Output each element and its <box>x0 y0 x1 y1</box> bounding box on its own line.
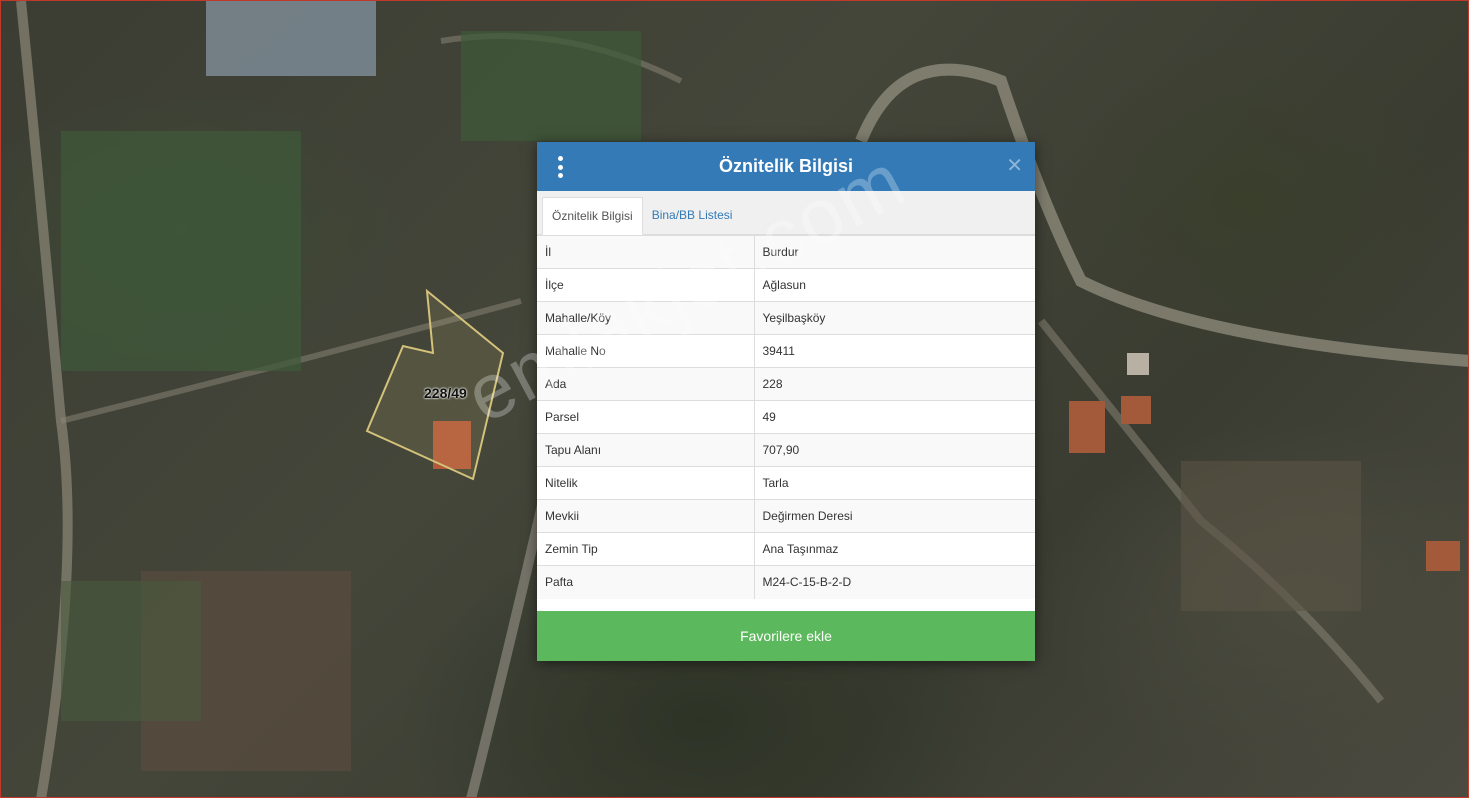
row-key: Mahalle No <box>537 334 755 368</box>
row-key: Mevkii <box>537 499 755 533</box>
table-row: Mevkii Değirmen Deresi <box>537 499 1035 533</box>
dialog-header: Öznitelik Bilgisi ✕ <box>537 142 1035 191</box>
row-value: Burdur <box>754 235 1035 269</box>
row-value: Ana Taşınmaz <box>754 532 1035 566</box>
row-key: Pafta <box>537 565 755 599</box>
row-value: Ağlasun <box>754 268 1035 302</box>
row-key: Parsel <box>537 400 755 434</box>
table-row: Mahalle/Köy Yeşilbaşköy <box>537 301 1035 335</box>
row-value: 39411 <box>754 334 1035 368</box>
row-key: Mahalle/Köy <box>537 301 755 335</box>
attribute-dialog: Öznitelik Bilgisi ✕ Öznitelik Bilgisi Bi… <box>537 142 1035 661</box>
close-icon[interactable]: ✕ <box>1006 155 1023 177</box>
row-value: Tarla <box>754 466 1035 500</box>
row-key: Nitelik <box>537 466 755 500</box>
row-key: İl <box>537 235 755 269</box>
tab-building-list[interactable]: Bina/BB Listesi <box>643 197 742 234</box>
dialog-title: Öznitelik Bilgisi <box>718 156 854 176</box>
tab-bar: Öznitelik Bilgisi Bina/BB Listesi <box>537 191 1035 235</box>
table-row: Nitelik Tarla <box>537 466 1035 500</box>
tab-attributes[interactable]: Öznitelik Bilgisi <box>542 197 643 235</box>
row-value: Değirmen Deresi <box>754 499 1035 533</box>
parcel-label: 228/49 <box>424 385 467 401</box>
row-value: 49 <box>754 400 1035 434</box>
table-row: Tapu Alanı 707,90 <box>537 433 1035 467</box>
row-value: Yeşilbaşköy <box>754 301 1035 335</box>
table-row: İl Burdur <box>537 235 1035 269</box>
add-to-favorites-button[interactable]: Favorilere ekle <box>537 611 1035 661</box>
table-row: Parsel 49 <box>537 400 1035 434</box>
satellite-map[interactable]: 228/49 emlakjet.com Öznitelik Bilgisi ✕ … <box>0 0 1469 798</box>
row-value: M24-C-15-B-2-D <box>754 565 1035 599</box>
table-row: Mahalle No 39411 <box>537 334 1035 368</box>
row-value: 228 <box>754 367 1035 401</box>
attribute-table: İl Burdur İlçe Ağlasun Mahalle/Köy Yeşilbaş… <box>537 235 1035 599</box>
row-key: Ada <box>537 367 755 401</box>
table-row: Zemin Tip Ana Taşınmaz <box>537 532 1035 566</box>
row-value: 707,90 <box>754 433 1035 467</box>
row-key: Tapu Alanı <box>537 433 755 467</box>
table-row: İlçe Ağlasun <box>537 268 1035 302</box>
row-key: Zemin Tip <box>537 532 755 566</box>
row-key: İlçe <box>537 268 755 302</box>
vertical-ellipsis-icon[interactable] <box>551 156 569 178</box>
table-row: Pafta M24-C-15-B-2-D <box>537 565 1035 599</box>
table-row: Ada 228 <box>537 367 1035 401</box>
